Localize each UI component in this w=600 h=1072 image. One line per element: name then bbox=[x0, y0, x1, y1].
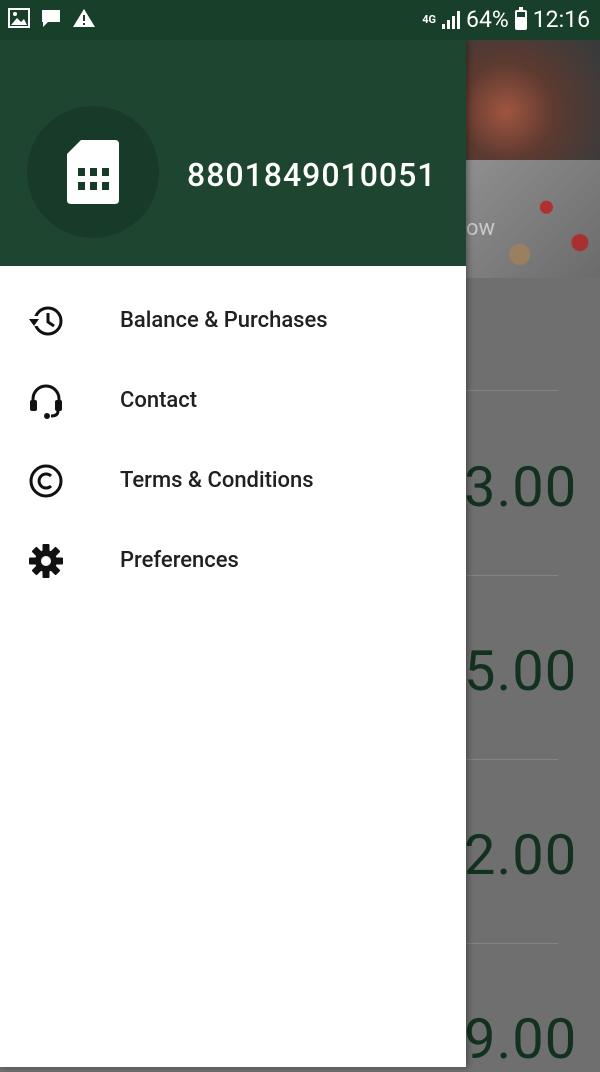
history-icon bbox=[29, 306, 63, 336]
battery-icon bbox=[514, 6, 527, 30]
divider bbox=[466, 390, 558, 391]
amount-text: 9.00 bbox=[464, 1006, 578, 1072]
clock: 12:16 bbox=[532, 6, 590, 33]
avatar bbox=[27, 106, 159, 238]
battery-percent: 64% bbox=[466, 6, 509, 33]
menu-item-terms-conditions[interactable]: Terms & Conditions bbox=[0, 440, 466, 520]
image-icon bbox=[8, 8, 30, 28]
menu-item-balance-purchases[interactable]: Balance & Purchases bbox=[0, 280, 466, 360]
divider bbox=[466, 943, 558, 944]
navigation-drawer: 8801849010051 Balance & Purchases Contac… bbox=[0, 40, 466, 1067]
divider bbox=[466, 759, 558, 760]
banner-partial-text: ow bbox=[466, 216, 496, 241]
drawer-header: 8801849010051 bbox=[0, 40, 466, 266]
signal-icon bbox=[442, 10, 461, 29]
menu-item-label: Terms & Conditions bbox=[120, 467, 314, 493]
warning-icon bbox=[73, 9, 95, 27]
menu-item-label: Balance & Purchases bbox=[120, 307, 328, 333]
chat-icon bbox=[42, 10, 60, 27]
system-status: 4G 64% 12:16 bbox=[422, 6, 590, 33]
menu-item-label: Contact bbox=[120, 387, 198, 413]
drawer-menu: Balance & Purchases Contact Terms & Cond… bbox=[0, 280, 466, 600]
divider bbox=[466, 575, 558, 576]
menu-item-preferences[interactable]: Preferences bbox=[0, 520, 466, 600]
status-bar: 4G 64% 12:16 bbox=[0, 0, 600, 40]
menu-item-label: Preferences bbox=[120, 547, 239, 573]
phone-number: 8801849010051 bbox=[187, 156, 437, 194]
copyright-icon bbox=[29, 464, 63, 498]
menu-item-contact[interactable]: Contact bbox=[0, 360, 466, 440]
sim-card-icon bbox=[67, 140, 119, 204]
promo-banner: ow bbox=[466, 40, 600, 278]
amount-list: 3.00 5.00 2.00 9.00 bbox=[464, 278, 600, 1072]
amount-text: 2.00 bbox=[464, 822, 578, 888]
amount-text: 3.00 bbox=[464, 454, 578, 520]
gear-icon bbox=[29, 544, 63, 578]
headset-icon bbox=[30, 384, 62, 419]
amount-text: 5.00 bbox=[464, 638, 578, 704]
notification-icons bbox=[8, 8, 96, 28]
network-type: 4G bbox=[422, 13, 437, 26]
